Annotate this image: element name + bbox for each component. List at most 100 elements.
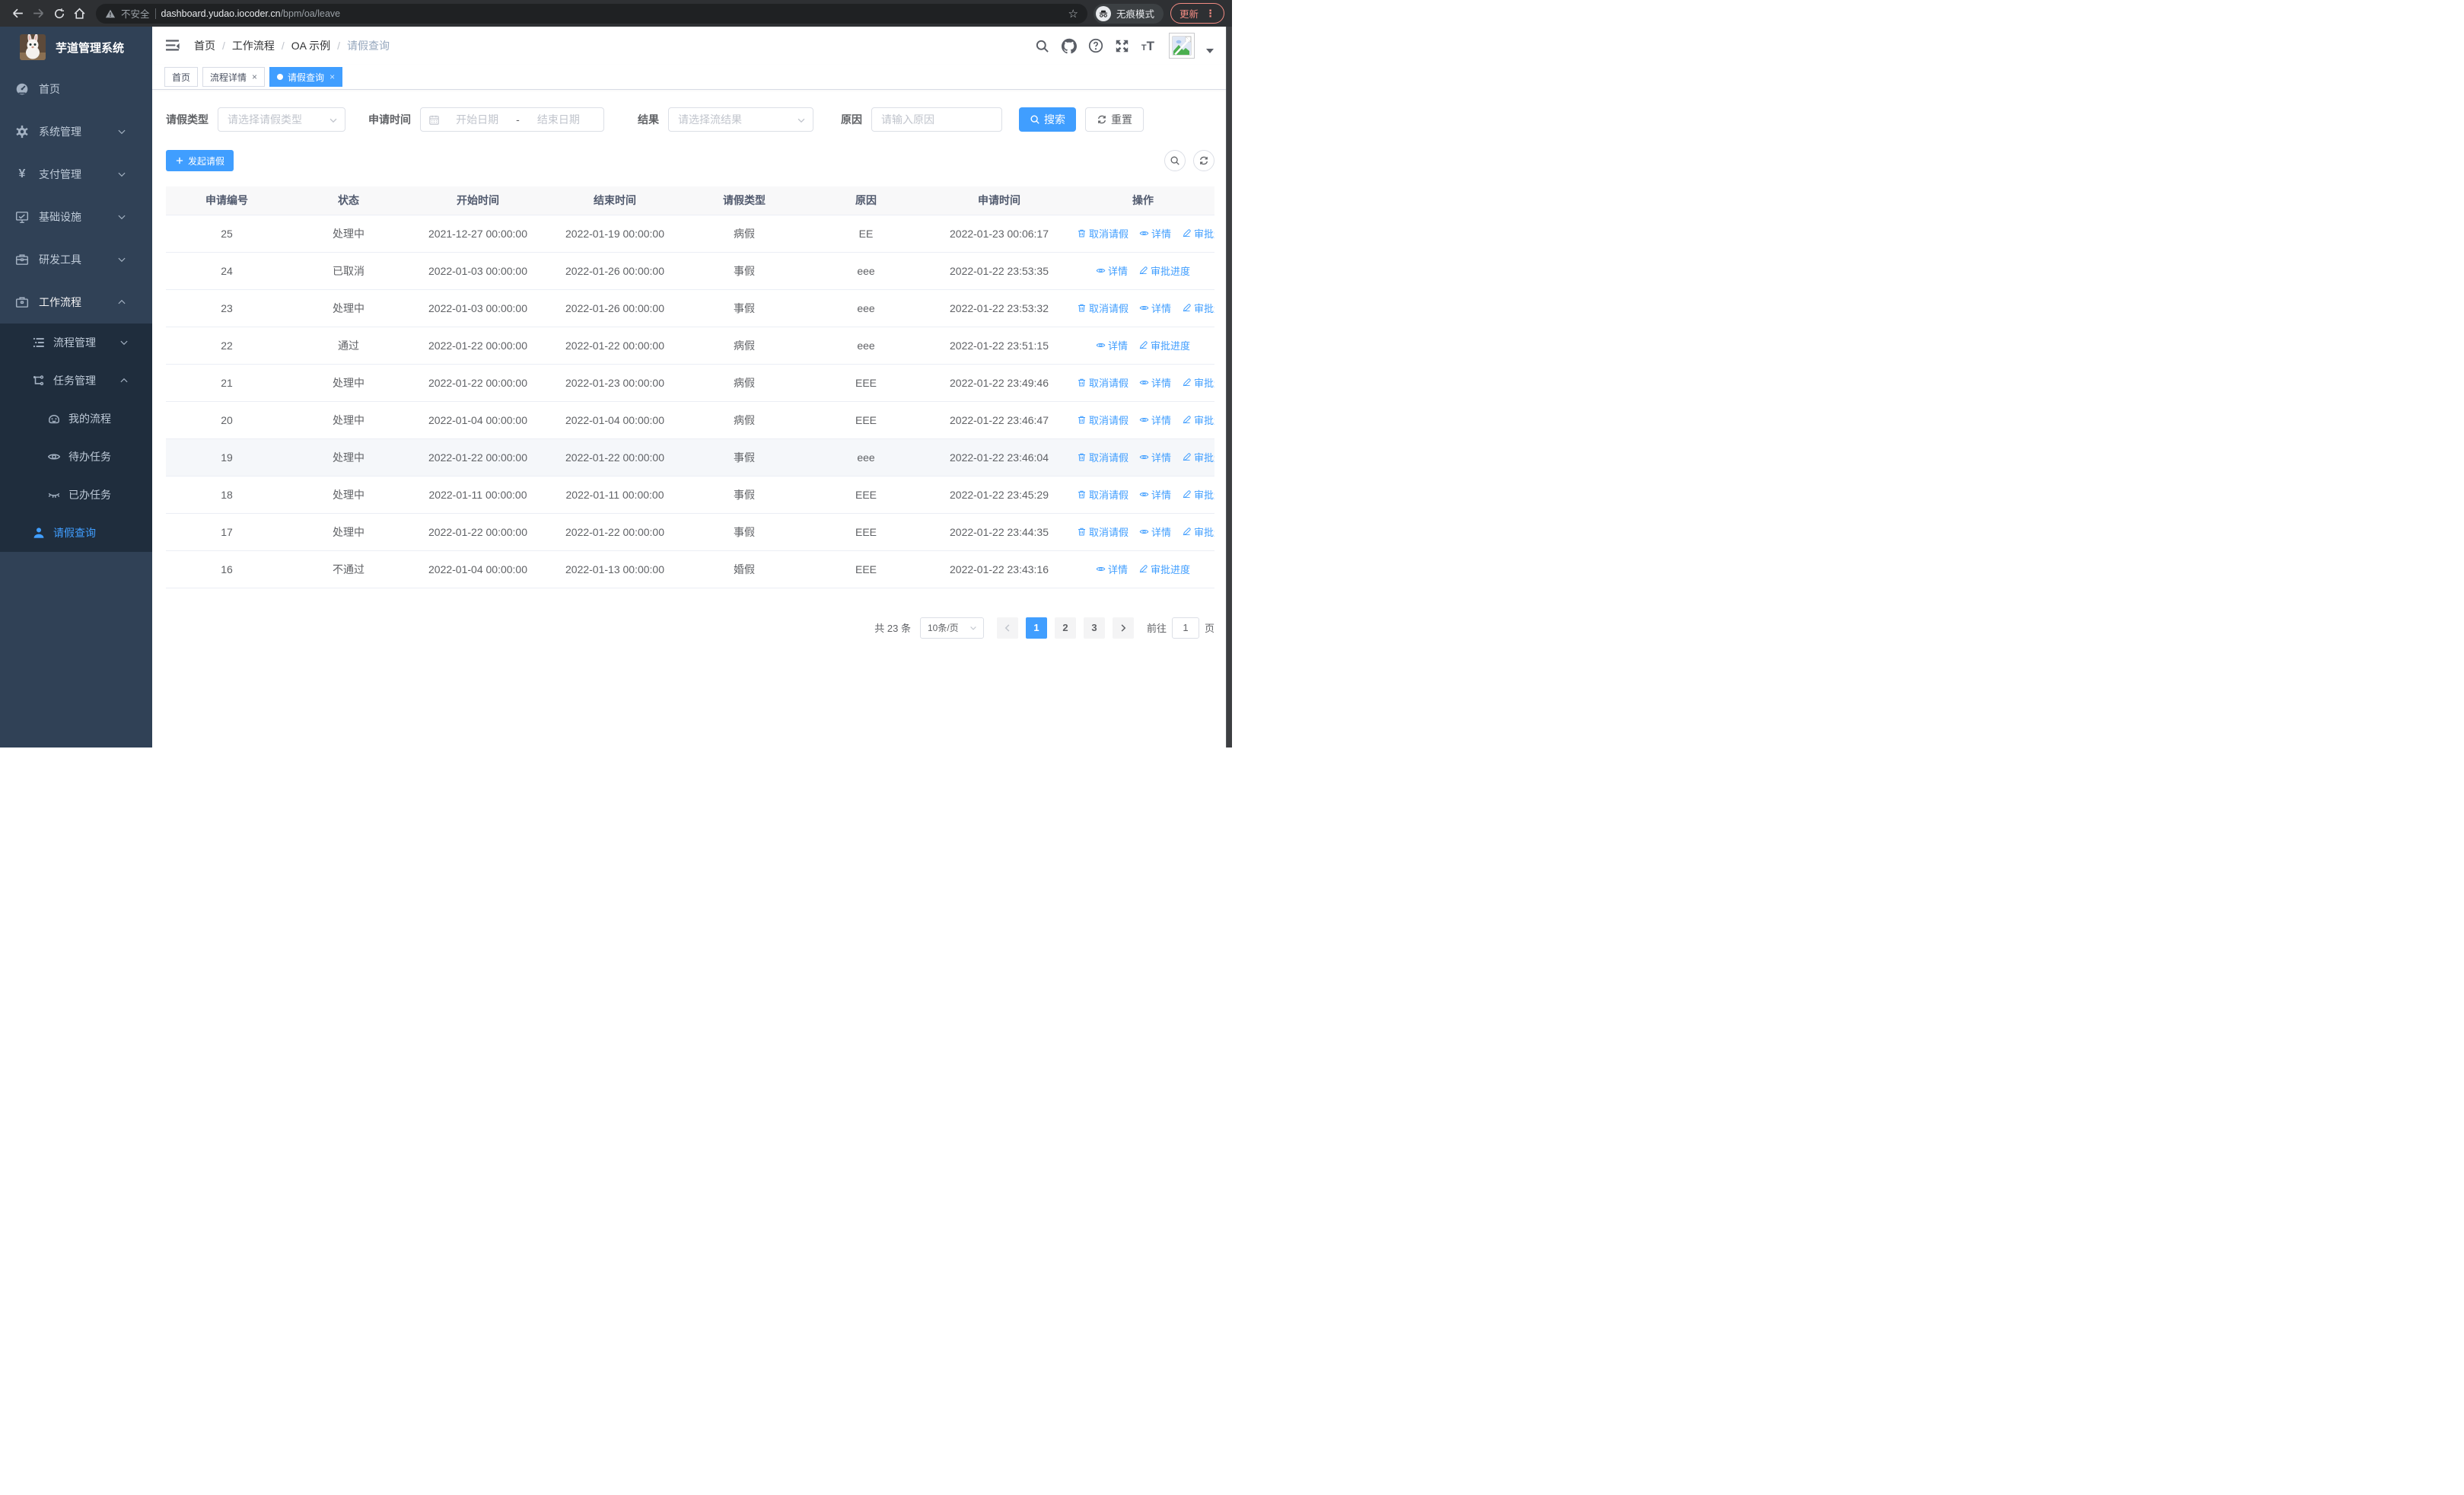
progress-link[interactable]: 审批进度 (1182, 413, 1214, 427)
cell-type: 事假 (683, 289, 805, 327)
cell-start: 2022-01-11 00:00:00 (409, 476, 546, 514)
sidebar-item-任务管理[interactable]: 任务管理 (0, 362, 152, 400)
progress-link[interactable]: 审批进度 (1182, 375, 1214, 390)
detail-link[interactable]: 详情 (1096, 263, 1128, 278)
help-icon[interactable] (1088, 38, 1103, 53)
close-tab-icon[interactable]: × (329, 72, 335, 81)
avatar-dropdown-caret[interactable] (1206, 49, 1214, 53)
cancel-link[interactable]: 取消请假 (1077, 375, 1129, 390)
leave-type-select[interactable]: 请选择请假类型 (218, 107, 345, 132)
table-row: 25 处理中 2021-12-27 00:00:00 2022-01-19 00:00… (166, 215, 1214, 253)
detail-link[interactable]: 详情 (1096, 562, 1128, 576)
progress-link[interactable]: 审批进度 (1138, 562, 1190, 576)
progress-link[interactable]: 审批进度 (1182, 301, 1214, 315)
search-button[interactable]: 搜索 (1019, 107, 1076, 132)
detail-link[interactable]: 详情 (1096, 338, 1128, 352)
tab-首页[interactable]: 首页 (164, 67, 199, 87)
cell-start: 2022-01-22 00:00:00 (409, 438, 546, 477)
sidebar-item-我的流程[interactable]: 我的流程 (0, 400, 152, 438)
leave-type-label: 请假类型 (166, 113, 209, 126)
toggle-search-button[interactable] (1164, 150, 1186, 171)
detail-link[interactable]: 详情 (1139, 301, 1171, 315)
next-page-button[interactable] (1112, 617, 1134, 639)
browser-forward-button[interactable] (28, 3, 49, 24)
sidebar-item-已办任务[interactable]: 已办任务 (0, 476, 152, 514)
action-label: 详情 (1107, 564, 1128, 575)
progress-link[interactable]: 审批进度 (1182, 524, 1214, 539)
browser-reload-button[interactable] (49, 3, 69, 24)
refresh-table-button[interactable] (1193, 150, 1214, 171)
detail-link[interactable]: 详情 (1139, 450, 1171, 464)
progress-link[interactable]: 审批进度 (1182, 226, 1214, 241)
breadcrumb-item[interactable]: 工作流程 (232, 38, 275, 53)
sidebar-item-研发工具[interactable]: 研发工具 (0, 238, 152, 281)
detail-link[interactable]: 详情 (1139, 413, 1171, 427)
page-number-button[interactable]: 3 (1083, 617, 1105, 639)
font-size-icon[interactable]: TT (1141, 40, 1154, 53)
breadcrumb-item[interactable]: 首页 (194, 38, 215, 53)
page-number-button[interactable]: 2 (1054, 617, 1076, 639)
page-number-button[interactable]: 1 (1025, 617, 1047, 639)
detail-link[interactable]: 详情 (1139, 375, 1171, 390)
reset-button[interactable]: 重置 (1085, 107, 1144, 132)
browser-back-button[interactable] (8, 3, 28, 24)
browser-address-bar[interactable]: 不安全 dashboard.yudao.iocoder.cn/bpm/oa/le… (96, 3, 1087, 24)
breadcrumb-item[interactable]: OA 示例 (291, 38, 330, 53)
cell-type: 事假 (683, 513, 805, 551)
browser-scrollbar[interactable] (1226, 27, 1232, 748)
sidebar-item-系统管理[interactable]: 系统管理 (0, 110, 152, 153)
sidebar-fold-button[interactable] (164, 37, 181, 54)
browser-menu-button[interactable]: 更新 ⋮ (1170, 3, 1224, 24)
sidebar-item-请假查询[interactable]: 请假查询 (0, 514, 152, 552)
cancel-link[interactable]: 取消请假 (1077, 226, 1129, 241)
prev-page-button[interactable] (996, 617, 1018, 639)
cell-end: 2022-01-22 00:00:00 (546, 513, 683, 551)
progress-link[interactable]: 审批进度 (1138, 263, 1190, 278)
view-icon (1096, 340, 1106, 350)
cancel-link[interactable]: 取消请假 (1077, 487, 1129, 502)
cell-reason: eee (805, 252, 927, 290)
app-logo-row[interactable]: 芋道管理系统 (0, 27, 152, 68)
security-warning-icon[interactable] (105, 8, 116, 19)
sidebar-item-首页[interactable]: 首页 (0, 68, 152, 110)
cancel-link[interactable]: 取消请假 (1077, 524, 1129, 539)
cell-applied: 2022-01-22 23:53:32 (927, 289, 1071, 327)
detail-link[interactable]: 详情 (1139, 524, 1171, 539)
progress-link[interactable]: 审批进度 (1182, 450, 1214, 464)
reason-input[interactable] (871, 107, 1002, 132)
cell-actions: 详情 审批进度 (1071, 327, 1214, 365)
apply-time-range-picker[interactable]: 开始日期 - 结束日期 (420, 107, 604, 132)
browser-home-button[interactable] (69, 3, 90, 24)
broken-image-icon (1172, 36, 1192, 56)
progress-link[interactable]: 审批进度 (1138, 338, 1190, 352)
search-icon[interactable] (1035, 38, 1050, 53)
sidebar-item-待办任务[interactable]: 待办任务 (0, 438, 152, 476)
sidebar-item-工作流程[interactable]: 工作流程 (0, 281, 152, 324)
eye-icon (47, 450, 61, 464)
create-leave-button[interactable]: 发起请假 (166, 150, 234, 171)
tab-请假查询[interactable]: 请假查询 × (269, 67, 343, 87)
result-select[interactable]: 请选择流结果 (668, 107, 813, 132)
table-header-row: 申请编号 状态 开始时间 结束时间 请假类型 原因 申请时间 操作 (166, 186, 1214, 215)
detail-link[interactable]: 详情 (1139, 487, 1171, 502)
cancel-link[interactable]: 取消请假 (1077, 450, 1129, 464)
cancel-link[interactable]: 取消请假 (1077, 301, 1129, 315)
cancel-link[interactable]: 取消请假 (1077, 413, 1129, 427)
tab-流程详情[interactable]: 流程详情 × (202, 67, 266, 87)
close-tab-icon[interactable]: × (252, 72, 257, 81)
page-size-select[interactable]: 10条/页 (919, 617, 984, 639)
sidebar-item-流程管理[interactable]: 流程管理 (0, 324, 152, 362)
bookmark-star-icon[interactable]: ☆ (1068, 7, 1078, 21)
delete-icon (1077, 415, 1087, 425)
cell-id: 20 (166, 401, 288, 439)
detail-link[interactable]: 详情 (1139, 226, 1171, 241)
table-body: 25 处理中 2021-12-27 00:00:00 2022-01-19 00:00… (166, 215, 1214, 588)
github-icon[interactable] (1061, 38, 1077, 53)
goto-page-input[interactable] (1171, 617, 1199, 639)
user-avatar[interactable] (1169, 33, 1195, 59)
fullscreen-icon[interactable] (1115, 38, 1130, 53)
sidebar-item-支付管理[interactable]: ¥ 支付管理 (0, 153, 152, 196)
sidebar-item-label: 请假查询 (53, 527, 96, 539)
progress-link[interactable]: 审批进度 (1182, 487, 1214, 502)
sidebar-item-基础设施[interactable]: 基础设施 (0, 196, 152, 238)
